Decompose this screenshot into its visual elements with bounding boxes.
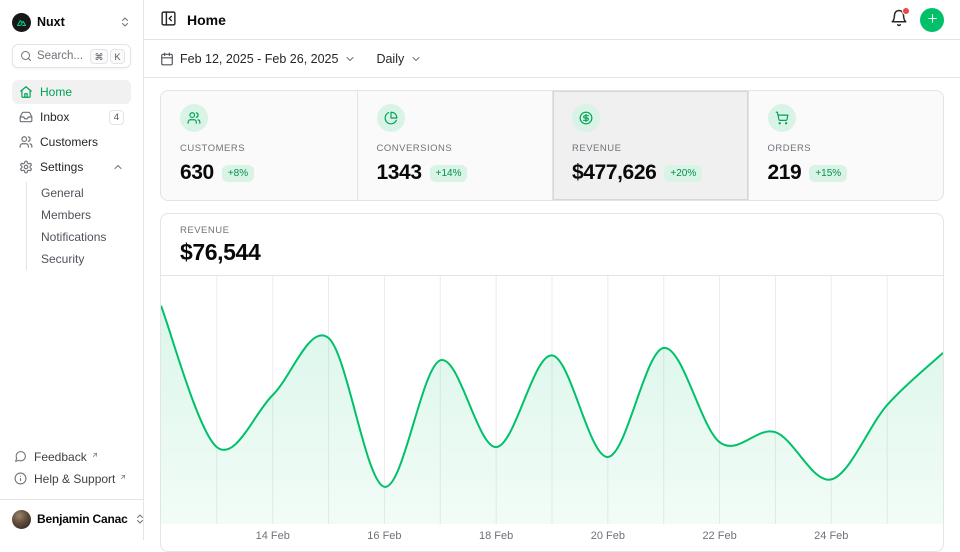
footer-link-feedback[interactable]: Feedback bbox=[12, 447, 131, 469]
house-icon bbox=[19, 85, 33, 99]
workspace-name: Nuxt bbox=[37, 15, 113, 29]
footer-link-help-support[interactable]: Help & Support bbox=[12, 469, 131, 491]
users-icon bbox=[19, 135, 33, 149]
stat-delta-badge: +8% bbox=[222, 165, 254, 182]
kbd-cmd: ⌘ bbox=[90, 49, 108, 64]
chevron-down-icon bbox=[410, 53, 422, 65]
user-menu[interactable]: Benjamin Canac bbox=[12, 506, 131, 532]
stats-row: CUSTOMERS 630 +8% CONVERSIONS 1343 +14% REVENU… bbox=[160, 90, 944, 201]
panel-left-close-icon bbox=[160, 10, 177, 30]
sidebar-item-label: Inbox bbox=[40, 110, 102, 124]
sidebar-item-label: Home bbox=[40, 85, 124, 99]
stat-card-orders[interactable]: ORDERS 219 +15% bbox=[748, 91, 944, 200]
sidebar-item-label: Customers bbox=[40, 135, 124, 149]
app-window: Nuxt Search... ⌘K Home Inbox 4 Customers Set… bbox=[0, 0, 960, 540]
x-axis-tick-label: 20 Feb bbox=[591, 530, 625, 542]
stat-label: CUSTOMERS bbox=[180, 143, 338, 154]
notification-dot bbox=[902, 7, 910, 15]
info-icon bbox=[14, 472, 27, 485]
sidebar-subitem-security[interactable]: Security bbox=[27, 248, 131, 270]
sidebar-divider bbox=[0, 499, 143, 500]
stat-delta-badge: +15% bbox=[809, 165, 847, 182]
cart-icon bbox=[768, 104, 796, 132]
workspace-switcher[interactable]: Nuxt bbox=[12, 8, 131, 36]
sidebar-nav: Home Inbox 4 Customers Settings GeneralMember… bbox=[12, 80, 131, 270]
stat-label: CONVERSIONS bbox=[377, 143, 534, 154]
x-axis-tick-label: 14 Feb bbox=[256, 530, 290, 542]
chevron-down-icon bbox=[344, 53, 356, 65]
sidebar: Nuxt Search... ⌘K Home Inbox 4 Customers Set… bbox=[0, 0, 144, 540]
user-name: Benjamin Canac bbox=[37, 512, 128, 526]
x-axis-tick-label: 16 Feb bbox=[367, 530, 401, 542]
inbox-count-badge: 4 bbox=[109, 110, 124, 125]
circle-dollar-icon bbox=[572, 104, 600, 132]
chevron-up-icon bbox=[112, 161, 124, 173]
sidebar-item-home[interactable]: Home bbox=[12, 80, 131, 104]
stat-delta-badge: +20% bbox=[664, 165, 702, 182]
footer-link-label: Feedback bbox=[34, 450, 87, 464]
x-axis-tick-label: 22 Feb bbox=[702, 530, 736, 542]
sidebar-footer-links: Feedback Help & Support bbox=[12, 447, 131, 491]
header-actions bbox=[890, 8, 944, 32]
sidebar-subitem-notifications[interactable]: Notifications bbox=[27, 226, 131, 248]
sidebar-item-label: Settings bbox=[40, 160, 105, 174]
stat-label: REVENUE bbox=[572, 143, 729, 154]
period-label: Daily bbox=[376, 52, 404, 66]
chart-header: REVENUE $76,544 bbox=[161, 214, 943, 276]
filters-toolbar: Feb 12, 2025 - Feb 26, 2025 Daily bbox=[144, 40, 960, 78]
footer-link-label: Help & Support bbox=[34, 472, 115, 486]
sidebar-subitem-general[interactable]: General bbox=[27, 182, 131, 204]
sidebar-subitem-members[interactable]: Members bbox=[27, 204, 131, 226]
stat-value: 219 bbox=[768, 161, 802, 185]
sidebar-item-settings[interactable]: Settings bbox=[12, 155, 131, 179]
chart-metric-label: REVENUE bbox=[180, 225, 924, 236]
gear-icon bbox=[19, 160, 33, 174]
sidebar-item-inbox[interactable]: Inbox 4 bbox=[12, 105, 131, 129]
top-header: Home bbox=[144, 0, 960, 40]
stat-value: 1343 bbox=[377, 161, 422, 185]
chart-pie-icon bbox=[377, 104, 405, 132]
stat-value: $477,626 bbox=[572, 161, 656, 185]
stat-card-customers[interactable]: CUSTOMERS 630 +8% bbox=[161, 91, 357, 200]
stat-card-revenue[interactable]: REVENUE $477,626 +20% bbox=[552, 91, 748, 200]
notifications-button[interactable] bbox=[890, 9, 908, 30]
users-icon bbox=[180, 104, 208, 132]
external-link-icon bbox=[119, 470, 127, 484]
period-select[interactable]: Daily bbox=[376, 52, 422, 66]
search-input[interactable]: Search... ⌘K bbox=[12, 44, 131, 68]
dashboard-content: CUSTOMERS 630 +8% CONVERSIONS 1343 +14% REVENU… bbox=[144, 78, 960, 540]
sidebar-item-customers[interactable]: Customers bbox=[12, 130, 131, 154]
search-kbd: ⌘K bbox=[90, 49, 125, 64]
plus-icon bbox=[926, 12, 939, 28]
date-range-label: Feb 12, 2025 - Feb 26, 2025 bbox=[180, 52, 338, 66]
revenue-chart-card: REVENUE $76,544 14 Feb 16 Feb 18 Feb 20 Feb… bbox=[160, 213, 944, 552]
search-placeholder: Search... bbox=[37, 50, 85, 62]
settings-subtree: GeneralMembersNotificationsSecurity bbox=[26, 182, 131, 270]
external-link-icon bbox=[91, 448, 99, 462]
calendar-icon bbox=[160, 52, 174, 66]
search-icon bbox=[20, 50, 32, 62]
date-range-picker[interactable]: Feb 12, 2025 - Feb 26, 2025 bbox=[160, 52, 356, 66]
add-button[interactable] bbox=[920, 8, 944, 32]
collapse-sidebar-button[interactable] bbox=[160, 10, 177, 30]
inbox-icon bbox=[19, 110, 33, 124]
stat-delta-badge: +14% bbox=[430, 165, 468, 182]
stat-value: 630 bbox=[180, 161, 214, 185]
chart-metric-value: $76,544 bbox=[180, 239, 924, 266]
message-circle-icon bbox=[14, 450, 27, 463]
sidebar-spacer bbox=[12, 270, 131, 447]
avatar bbox=[12, 510, 31, 529]
nuxt-logo-icon bbox=[12, 13, 31, 32]
kbd-k: K bbox=[110, 49, 125, 64]
chart-plot-area[interactable]: 14 Feb 16 Feb 18 Feb 20 Feb 22 Feb 24 Feb bbox=[161, 276, 943, 551]
chart-x-axis: 14 Feb 16 Feb 18 Feb 20 Feb 22 Feb 24 Feb bbox=[161, 524, 943, 551]
chevrons-up-down-icon bbox=[119, 16, 131, 28]
x-axis-tick-label: 18 Feb bbox=[479, 530, 513, 542]
stat-label: ORDERS bbox=[768, 143, 925, 154]
x-axis-tick-label: 24 Feb bbox=[814, 530, 848, 542]
main-panel: Home Feb 12, 2025 - Feb 26, 2025 Daily bbox=[144, 0, 960, 540]
stat-card-conversions[interactable]: CONVERSIONS 1343 +14% bbox=[357, 91, 553, 200]
area-chart-svg bbox=[161, 276, 943, 524]
page-title: Home bbox=[187, 12, 226, 28]
